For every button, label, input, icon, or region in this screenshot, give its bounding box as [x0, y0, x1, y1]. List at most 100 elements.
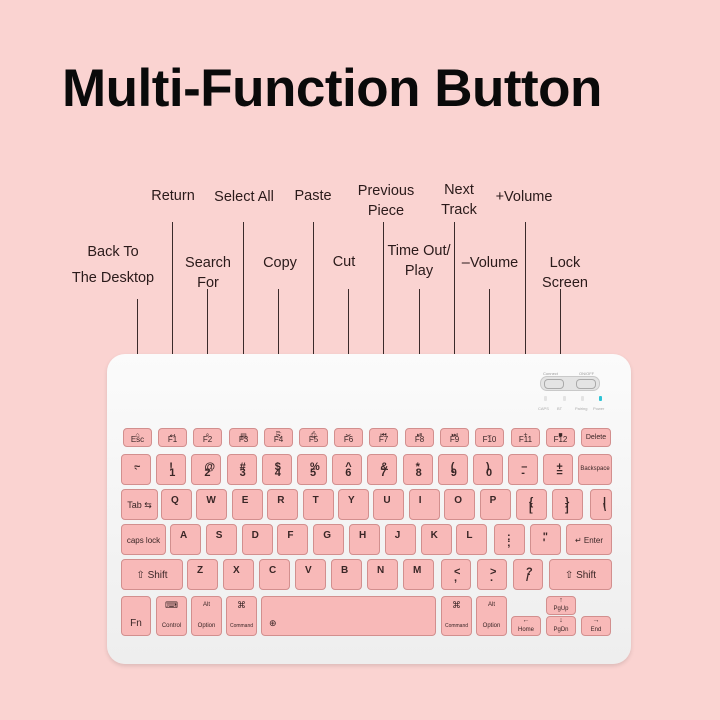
- key-left-bracket[interactable]: {[: [516, 489, 547, 520]
- led-pairing: [581, 396, 584, 401]
- key-8[interactable]: * 8: [402, 454, 433, 485]
- key-backslash[interactable]: | \: [590, 489, 612, 520]
- key-n[interactable]: N: [367, 559, 398, 590]
- key--[interactable]: – -: [508, 454, 539, 485]
- key-quote[interactable]: " ': [529, 524, 561, 555]
- callout-text: Back To: [87, 244, 139, 260]
- key-h[interactable]: H: [349, 524, 380, 555]
- key-label: M: [413, 565, 422, 576]
- key-right-command[interactable]: ⌘ Command: [441, 596, 472, 636]
- key-slash[interactable]: ? /: [513, 559, 543, 590]
- key-e[interactable]: E: [231, 489, 263, 520]
- key-space[interactable]: ⊕: [261, 596, 436, 636]
- key-5[interactable]: % 5: [297, 454, 327, 485]
- key-f5[interactable]: ⎙ F5: [299, 428, 328, 447]
- key-=[interactable]: + =: [543, 454, 574, 485]
- key-f12[interactable]: ■ F12: [546, 428, 575, 447]
- key-end[interactable]: → End: [581, 616, 611, 636]
- key-enter[interactable]: ↵ Enter: [566, 524, 612, 555]
- key-f10[interactable]: – F10: [475, 428, 504, 447]
- key-label: T: [312, 495, 319, 506]
- key-o[interactable]: O: [444, 489, 476, 520]
- key-tab[interactable]: Tab ⇆: [121, 489, 158, 520]
- key-b[interactable]: B: [331, 559, 362, 590]
- key-label: X: [233, 565, 240, 576]
- key-label: S: [215, 530, 223, 541]
- key-y[interactable]: Y: [338, 489, 369, 520]
- key-`[interactable]: ~ `: [121, 454, 151, 485]
- key-f4[interactable]: ⎘ F4: [264, 428, 293, 447]
- key-right-option[interactable]: Alt Option: [476, 596, 507, 636]
- key-pgdn[interactable]: ↓ PgDn: [546, 616, 576, 636]
- key-label: F8: [414, 435, 425, 444]
- key-j[interactable]: J: [384, 524, 416, 555]
- callout-text: Time Out/: [387, 243, 451, 259]
- key-left-command[interactable]: ⌘ Command: [226, 596, 257, 636]
- key-2[interactable]: @2: [191, 454, 222, 485]
- key-0[interactable]: ) 0: [473, 454, 503, 485]
- key-control[interactable]: ⌨ Control: [156, 596, 187, 636]
- key-v[interactable]: V: [295, 559, 326, 590]
- key-g[interactable]: G: [313, 524, 345, 555]
- key-f11[interactable]: + F11: [511, 428, 540, 447]
- callout-text: Copy: [263, 255, 297, 271]
- key-caps-lock[interactable]: caps lock: [121, 524, 166, 555]
- key-pgup[interactable]: ↑ PgUp: [546, 596, 576, 615]
- key-9[interactable]: (9: [437, 454, 468, 485]
- key-label: Command: [444, 623, 469, 629]
- key-left-shift[interactable]: ⇧ Shift: [121, 559, 183, 590]
- key-f2[interactable]: ⌕ F2: [193, 428, 222, 447]
- base-symbol: ]: [565, 502, 569, 514]
- key-t[interactable]: T: [302, 489, 334, 520]
- key-right-shift[interactable]: ⇧ Shift: [549, 559, 612, 590]
- key-i[interactable]: I: [408, 489, 440, 520]
- key-p[interactable]: P: [479, 489, 511, 520]
- key-f8[interactable]: ⏯ F8: [405, 428, 434, 447]
- key-l[interactable]: L: [456, 524, 488, 555]
- callout-label-voldown: –Volume: [462, 253, 518, 273]
- key-s[interactable]: S: [205, 524, 237, 555]
- key-q[interactable]: Q: [161, 489, 192, 520]
- key-label: caps lock: [126, 536, 161, 545]
- key-label: H: [359, 530, 367, 541]
- key-f7[interactable]: ⏮ F7: [369, 428, 398, 447]
- key-f1[interactable]: ↩ F1: [158, 428, 187, 447]
- page-title: Multi-Function Button: [62, 59, 602, 118]
- key-backspace[interactable]: Backspace: [578, 454, 612, 485]
- key-u[interactable]: U: [373, 489, 405, 520]
- key-label: F6: [343, 435, 354, 444]
- key-f[interactable]: F: [277, 524, 309, 555]
- key-z[interactable]: Z: [187, 559, 218, 590]
- key-delete[interactable]: Delete: [581, 428, 611, 447]
- key-c[interactable]: C: [259, 559, 290, 590]
- key-f6[interactable]: ✂ F6: [334, 428, 363, 447]
- key-label: F: [287, 530, 294, 541]
- base-symbol: 5: [310, 467, 317, 479]
- key-6[interactable]: ^ 6: [332, 454, 363, 485]
- key-semicolon[interactable]: :;: [494, 524, 525, 555]
- key-left-option[interactable]: Alt Option: [191, 596, 222, 636]
- key-comma[interactable]: <,: [441, 559, 471, 590]
- key-right-bracket[interactable]: }]: [552, 489, 583, 520]
- mode-switch[interactable]: [540, 376, 600, 391]
- key-d[interactable]: D: [241, 524, 273, 555]
- base-symbol: 4: [274, 467, 281, 479]
- key-3[interactable]: #3: [226, 454, 257, 485]
- key-f9[interactable]: ⏭ F9: [440, 428, 469, 447]
- key-home[interactable]: ← Home: [511, 616, 541, 636]
- key-esc[interactable]: ⌂ Esc: [123, 428, 152, 447]
- key-1[interactable]: ! 1: [156, 454, 187, 485]
- key-period[interactable]: >.: [477, 559, 507, 590]
- key-a[interactable]: A: [170, 524, 201, 555]
- key-fn[interactable]: Fn: [121, 596, 151, 636]
- key-r[interactable]: R: [267, 489, 299, 520]
- key-m[interactable]: M: [403, 559, 434, 590]
- key-w[interactable]: W: [196, 489, 228, 520]
- key-4[interactable]: $4: [261, 454, 292, 485]
- key-k[interactable]: K: [420, 524, 452, 555]
- key-x[interactable]: X: [223, 559, 254, 590]
- key-label: E: [241, 495, 249, 506]
- key-label: PgDn: [553, 627, 569, 633]
- key-f3[interactable]: ▤ F3: [229, 428, 258, 447]
- key-7[interactable]: & 7: [367, 454, 398, 485]
